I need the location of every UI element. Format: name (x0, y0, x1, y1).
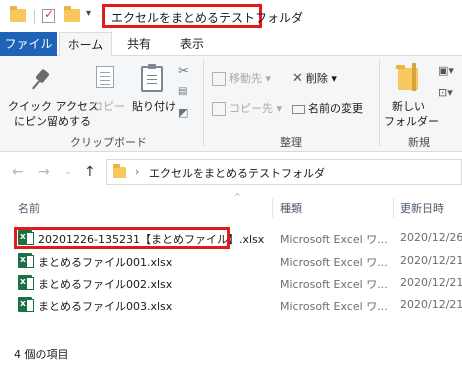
rename-icon (292, 104, 305, 114)
file-date: 2020/12/21 (400, 254, 462, 267)
column-header-name[interactable]: 名前 (18, 200, 40, 216)
file-row[interactable]: x まとめるファイル003.xlsx Microsoft Excel ワ... … (0, 295, 462, 315)
rename-button[interactable]: 名前の変更 (292, 100, 363, 116)
copy-to-label: コピー先 (229, 102, 273, 115)
group-label-new: 新規 (408, 136, 430, 149)
file-name[interactable]: まとめるファイル002.xlsx (38, 276, 268, 292)
copy-to-button[interactable]: コピー先 ▾ (212, 100, 282, 116)
rename-label: 名前の変更 (308, 102, 363, 115)
file-type: Microsoft Excel ワ... (280, 300, 388, 313)
file-row[interactable]: x まとめるファイル001.xlsx Microsoft Excel ワ... … (0, 251, 462, 271)
file-type: Microsoft Excel ワ... (280, 256, 388, 269)
tab-home[interactable]: ホーム (59, 32, 112, 57)
properties-icon[interactable] (42, 7, 55, 23)
tab-view[interactable]: 表示 (167, 32, 217, 56)
new-folder-icon[interactable] (64, 6, 80, 22)
move-to-label: 移動先 (229, 72, 262, 85)
chevron-down-icon: ▾ (331, 72, 337, 85)
delete-label: 削除 (305, 72, 328, 85)
address-bar[interactable]: › エクセルをまとめるテストフォルダ (106, 159, 462, 185)
copy-path-icon[interactable]: ▤ (178, 86, 187, 97)
move-to-button[interactable]: 移動先 ▾ (212, 70, 271, 86)
folder-icon (113, 164, 126, 178)
new-folder-label-line1[interactable]: 新しい (392, 98, 425, 114)
chevron-down-icon: ▾ (265, 72, 272, 85)
group-label-organize: 整理 (280, 136, 302, 149)
status-item-count: 4 個の項目 (14, 348, 69, 361)
pin-label-line2[interactable]: にピン留めする (14, 113, 91, 129)
file-name[interactable]: まとめるファイル001.xlsx (38, 254, 268, 270)
paste-button[interactable]: 貼り付け (132, 98, 176, 114)
pin-icon[interactable] (32, 68, 54, 90)
group-separator (203, 60, 204, 146)
address-path[interactable]: エクセルをまとめるテストフォルダ (149, 165, 325, 181)
column-separator[interactable] (272, 198, 273, 218)
excel-file-icon: x (18, 253, 34, 268)
new-item-icon[interactable]: ▣▾ (438, 64, 454, 77)
paste-shortcut-icon[interactable]: ◩ (178, 106, 188, 119)
new-folder-label-line2[interactable]: フォルダー (384, 113, 439, 129)
paste-icon[interactable] (141, 64, 163, 92)
copy-button[interactable]: コピー (92, 98, 125, 114)
column-header-date[interactable]: 更新日時 (400, 200, 444, 216)
column-separator[interactable] (393, 198, 394, 218)
delete-button[interactable]: ✕ 削除 ▾ (292, 70, 337, 86)
easy-access-icon[interactable]: ⊡▾ (438, 86, 453, 99)
navigation-bar: ← → ⌄ ↑ › エクセルをまとめるテストフォルダ (0, 152, 462, 192)
ribbon: クイック アクセス にピン留めする コピー 貼り付け ✂ ▤ ◩ クリップボード… (0, 56, 462, 152)
file-name[interactable]: まとめるファイル003.xlsx (38, 298, 268, 314)
column-header-type[interactable]: 種類 (280, 200, 302, 216)
ribbon-tabs: ファイル ホーム 共有 表示 (0, 32, 462, 57)
cut-icon[interactable]: ✂ (178, 64, 189, 79)
file-date: 2020/12/21 (400, 276, 462, 289)
highlight-box (14, 227, 230, 249)
qat-separator (34, 10, 35, 24)
recent-locations-icon[interactable]: ⌄ (64, 167, 72, 177)
sort-arrow-icon: ^ (234, 192, 241, 201)
file-type: Microsoft Excel ワ... (280, 233, 388, 246)
title-bar: ▾ エクセルをまとめるテストフォルダ (0, 0, 462, 32)
qat-dropdown-icon[interactable]: ▾ (86, 8, 91, 19)
group-separator (379, 60, 380, 146)
excel-file-icon: x (18, 297, 34, 312)
tab-share[interactable]: 共有 (114, 32, 164, 56)
forward-arrow-icon[interactable]: → (38, 164, 50, 180)
copy-icon[interactable] (96, 66, 114, 88)
pin-label-line1[interactable]: クイック アクセス (8, 98, 99, 114)
file-type: Microsoft Excel ワ... (280, 278, 388, 291)
excel-file-icon: x (18, 275, 34, 290)
up-arrow-icon[interactable]: ↑ (84, 164, 96, 180)
chevron-right-icon[interactable]: › (135, 165, 139, 178)
chevron-down-icon: ▾ (276, 102, 283, 115)
file-date: 2020/12/21 (400, 298, 462, 311)
new-folder-big-icon[interactable] (396, 63, 418, 91)
file-row[interactable]: x まとめるファイル002.xlsx Microsoft Excel ワ... … (0, 273, 462, 293)
back-arrow-icon[interactable]: ← (12, 164, 24, 180)
folder-icon (10, 6, 26, 22)
move-to-icon (212, 72, 226, 86)
tab-file[interactable]: ファイル (0, 32, 57, 56)
group-label-clipboard: クリップボード (70, 136, 147, 149)
copy-to-icon (212, 102, 226, 116)
file-date: 2020/12/26 (400, 231, 462, 244)
window-title: エクセルをまとめるテストフォルダ (102, 4, 303, 28)
delete-x-icon: ✕ (292, 71, 303, 86)
